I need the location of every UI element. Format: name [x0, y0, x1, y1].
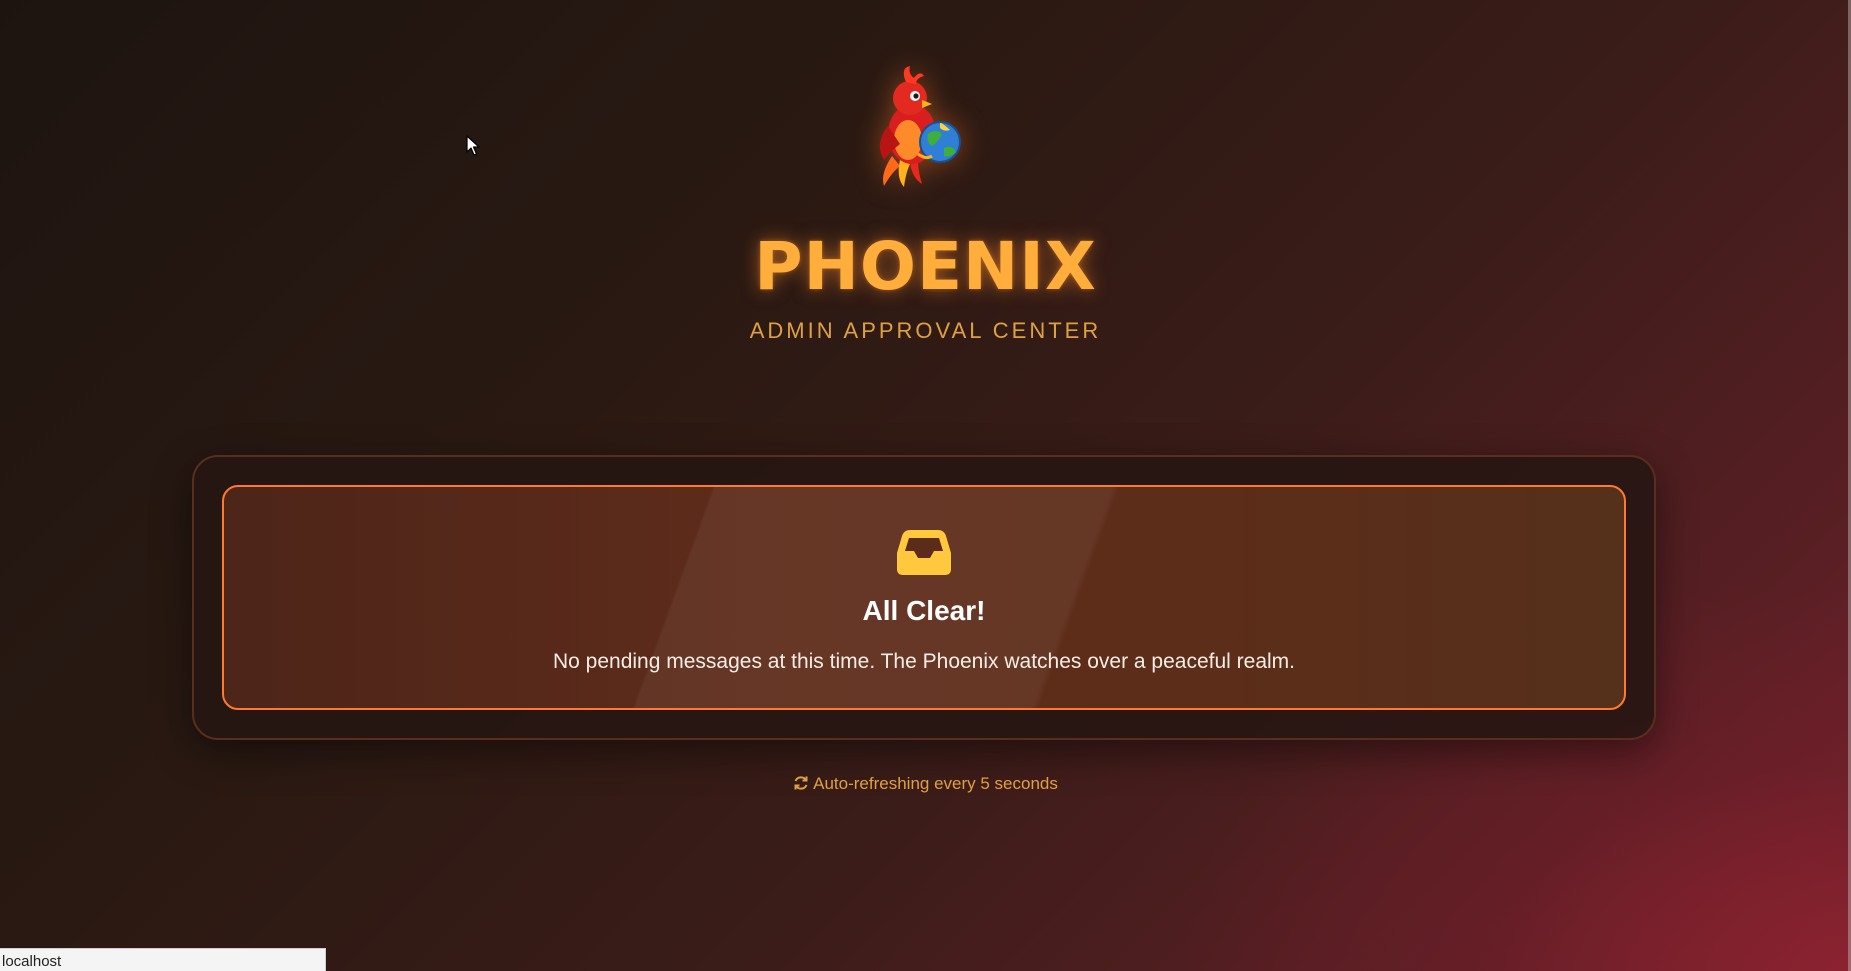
- app-title: PHOENIX: [754, 228, 1097, 305]
- auto-refresh-text: Auto-refreshing every 5 seconds: [813, 774, 1058, 793]
- empty-state-card: All Clear! No pending messages at this t…: [222, 485, 1626, 710]
- status-url: localhost: [2, 953, 62, 970]
- phoenix-logo: [879, 66, 961, 187]
- approval-panel: All Clear! No pending messages at this t…: [192, 455, 1656, 740]
- refresh-icon: [794, 776, 808, 790]
- app-subtitle: ADMIN APPROVAL CENTER: [749, 318, 1102, 343]
- auto-refresh-status: Auto-refreshing every 5 seconds: [0, 774, 1851, 794]
- empty-state-message: No pending messages at this time. The Ph…: [552, 650, 1295, 673]
- mouse-cursor-icon: [466, 135, 480, 156]
- empty-state-heading: All Clear!: [862, 595, 986, 626]
- browser-status-bar: localhost: [0, 948, 326, 971]
- inbox-icon: [897, 530, 951, 575]
